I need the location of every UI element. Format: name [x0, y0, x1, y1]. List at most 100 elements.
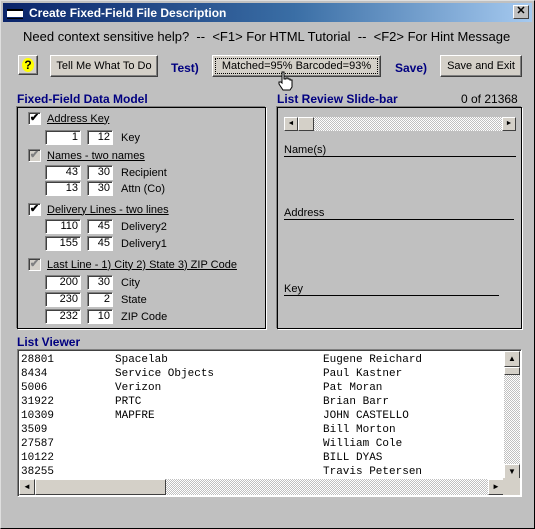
list-item[interactable]: 10309 MAPFRE JOHN CASTELLO: [21, 409, 422, 423]
list-review-heading: List Review Slide-bar: [277, 92, 398, 106]
start-position-input[interactable]: 1: [45, 130, 81, 145]
list-item[interactable]: 8434 Service Objects Paul Kastner: [21, 367, 422, 381]
key-field-label: Key: [284, 283, 499, 296]
record-id: 3509: [21, 424, 48, 436]
field-row: 230 2 State: [45, 292, 147, 307]
group-label: Delivery Lines - two lines: [47, 203, 169, 216]
start-position-input[interactable]: 43: [45, 165, 81, 180]
contact-name: Brian Barr: [323, 396, 390, 408]
list-item[interactable]: 10122 BILL DYAS: [21, 451, 422, 465]
save-and-exit-button[interactable]: Save and Exit: [440, 55, 522, 77]
length-input[interactable]: 30: [87, 275, 113, 290]
record-id: 5006: [21, 382, 48, 394]
scrollbar-corner: [503, 478, 520, 495]
help-button[interactable]: ?: [18, 55, 38, 75]
record-id: 10122: [21, 452, 55, 464]
record-id: 38255: [21, 466, 55, 478]
address-key-checkbox[interactable]: ✔: [28, 112, 41, 125]
list-review-panel: ◄ ► Name(s) Address Key: [277, 107, 522, 329]
contact-name: Eugene Reichard: [323, 354, 423, 366]
company-name: Spacelab: [115, 354, 168, 366]
group-address-key: ✔ Address Key: [28, 112, 109, 125]
record-id: 28801: [21, 354, 55, 366]
list-item[interactable]: 31922 PRTC Brian Barr: [21, 395, 422, 409]
field-label: City: [121, 276, 140, 289]
hand-cursor-icon: [278, 71, 293, 91]
scroll-left-button[interactable]: ◄: [284, 117, 298, 131]
field-label: ZIP Code: [121, 310, 168, 323]
field-row: 43 30 Recipient: [45, 165, 167, 180]
delivery-lines-checkbox[interactable]: ✔: [28, 203, 41, 216]
contact-name: Bill Morton: [323, 424, 396, 436]
list-item[interactable]: 27587 William Cole: [21, 437, 422, 451]
field-row: 13 30 Attn (Co): [45, 181, 165, 196]
address-field-label: Address: [284, 207, 514, 220]
horizontal-scrollbar[interactable]: ◄ ►: [19, 479, 504, 495]
company-name: [115, 423, 323, 437]
field-row: 110 45 Delivery2: [45, 219, 167, 234]
list-item[interactable]: 5006 Verizon Pat Moran: [21, 381, 422, 395]
group-delivery-lines: ✔ Delivery Lines - two lines: [28, 203, 169, 216]
contact-name: Pat Moran: [323, 382, 383, 394]
field-label: Delivery2: [121, 220, 167, 233]
last-line-checkbox[interactable]: ✔: [28, 258, 41, 271]
horizontal-scroll-thumb[interactable]: [35, 479, 166, 495]
length-input[interactable]: 10: [87, 309, 113, 324]
field-row: 1 12 Key: [45, 130, 140, 145]
group-label: Names - two names: [47, 149, 145, 162]
field-label: Key: [121, 131, 140, 144]
list-item[interactable]: 3509 Bill Morton: [21, 423, 422, 437]
start-position-input[interactable]: 110: [45, 219, 81, 234]
vertical-scrollbar[interactable]: ▲ ▼: [504, 351, 520, 480]
window-icon: [7, 8, 23, 19]
scroll-right-button[interactable]: ►: [488, 479, 504, 495]
names-checkbox[interactable]: ✔: [28, 149, 41, 162]
vertical-scroll-thumb[interactable]: [504, 367, 520, 375]
help-hint-text: Need context sensitive help? -- <F1> For…: [23, 29, 511, 44]
group-label: Last Line - 1) City 2) State 3) ZIP Code: [47, 258, 237, 271]
names-field-label: Name(s): [284, 144, 516, 157]
list-item[interactable]: 28801 Spacelab Eugene Reichard: [21, 353, 422, 367]
data-model-heading: Fixed-Field Data Model: [17, 92, 148, 106]
scroll-up-button[interactable]: ▲: [504, 351, 520, 367]
list-viewer[interactable]: 28801 Spacelab Eugene Reichard 8434 Service …: [17, 349, 522, 497]
record-id: 10309: [21, 410, 55, 422]
company-name: Service Objects: [115, 368, 215, 380]
length-input[interactable]: 45: [87, 219, 113, 234]
slide-bar-thumb[interactable]: [298, 117, 314, 131]
record-counter: 0 of 21368: [461, 92, 518, 106]
start-position-input[interactable]: 230: [45, 292, 81, 307]
test-label: Test): [171, 61, 199, 75]
length-input[interactable]: 30: [87, 165, 113, 180]
field-row: 155 45 Delivery1: [45, 236, 167, 251]
scroll-left-button[interactable]: ◄: [19, 479, 35, 495]
contact-name: Paul Kastner: [323, 368, 403, 380]
field-row: 200 30 City: [45, 275, 140, 290]
start-position-input[interactable]: 155: [45, 236, 81, 251]
title-bar: Create Fixed-Field File Description ✕: [3, 3, 532, 22]
group-label: Address Key: [47, 112, 110, 125]
company-name: MAPFRE: [115, 410, 155, 422]
tell-me-what-to-do-button[interactable]: Tell Me What To Do: [50, 55, 158, 77]
field-label: Recipient: [121, 166, 167, 179]
review-slide-bar[interactable]: ◄ ►: [284, 117, 516, 131]
close-button[interactable]: ✕: [513, 5, 529, 19]
length-input[interactable]: 30: [87, 181, 113, 196]
save-label: Save): [395, 61, 428, 75]
start-position-input[interactable]: 13: [45, 181, 81, 196]
contact-name: William Cole: [323, 438, 403, 450]
matched-barcoded-button[interactable]: Matched=95% Barcoded=93%: [212, 55, 381, 77]
field-label: Attn (Co): [121, 182, 166, 195]
contact-name: Travis Petersen: [323, 466, 423, 478]
scroll-right-button[interactable]: ►: [502, 117, 516, 131]
length-input[interactable]: 12: [87, 130, 113, 145]
length-input[interactable]: 2: [87, 292, 113, 307]
length-input[interactable]: 45: [87, 236, 113, 251]
record-id: 27587: [21, 438, 55, 450]
question-mark-icon: ?: [22, 58, 34, 72]
list-item[interactable]: 38255 Travis Petersen: [21, 465, 422, 479]
start-position-input[interactable]: 232: [45, 309, 81, 324]
group-last-line: ✔ Last Line - 1) City 2) State 3) ZIP Co…: [28, 258, 237, 271]
start-position-input[interactable]: 200: [45, 275, 81, 290]
company-name: [115, 451, 323, 465]
